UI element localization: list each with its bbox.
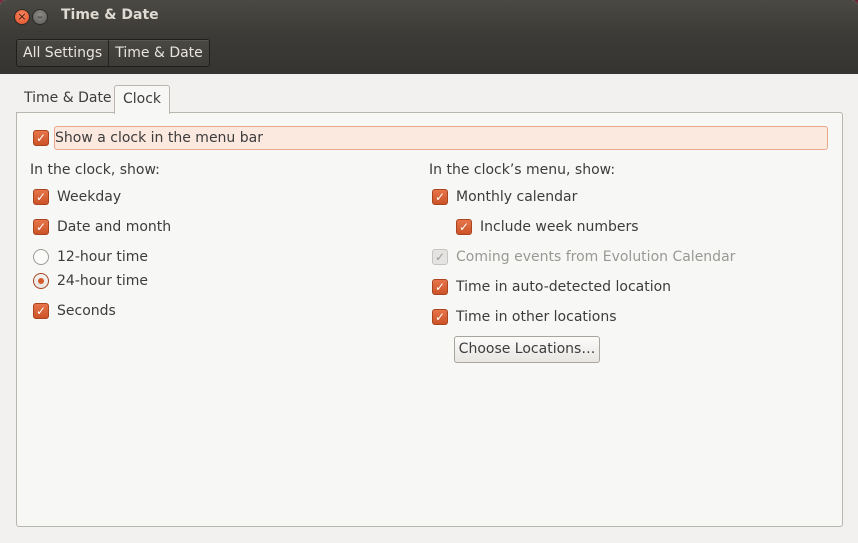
- check-icon: ✓: [434, 280, 446, 294]
- hour12-radio[interactable]: [33, 249, 49, 265]
- week-numbers-label: Include week numbers: [480, 219, 639, 235]
- check-icon: ✓: [35, 304, 47, 318]
- window-title: Time & Date: [61, 7, 159, 23]
- seconds-option[interactable]: ✓ Seconds: [33, 301, 116, 321]
- hour24-radio[interactable]: [33, 273, 49, 289]
- tab-clock[interactable]: Clock: [114, 85, 171, 114]
- clock-menu-heading: In the clock’s menu, show:: [429, 162, 616, 178]
- weekday-label: Weekday: [57, 189, 122, 205]
- show-clock-menubar-option[interactable]: ✓ Show a clock in the menu bar: [33, 128, 263, 148]
- show-clock-menubar-label: Show a clock in the menu bar: [55, 130, 263, 146]
- date-month-checkbox[interactable]: ✓: [33, 219, 49, 235]
- check-icon: ✓: [434, 310, 446, 324]
- choose-locations-button[interactable]: Choose Locations…: [454, 336, 600, 363]
- check-icon: ✓: [35, 220, 47, 234]
- monthly-calendar-label: Monthly calendar: [456, 189, 578, 205]
- hour12-label: 12-hour time: [57, 249, 149, 265]
- week-numbers-checkbox[interactable]: ✓: [456, 219, 472, 235]
- weekday-option[interactable]: ✓ Weekday: [33, 187, 121, 207]
- close-icon: ×: [17, 10, 27, 23]
- toolbar: All Settings Time & Date: [0, 34, 858, 74]
- evolution-events-option: ✓ Coming events from Evolution Calendar: [432, 247, 735, 267]
- check-icon: ✓: [458, 220, 470, 234]
- hour24-label: 24-hour time: [57, 273, 149, 289]
- window-minimize-button[interactable]: –: [32, 9, 48, 25]
- minimize-icon: –: [37, 10, 43, 23]
- week-numbers-option[interactable]: ✓ Include week numbers: [456, 217, 639, 237]
- breadcrumb: All Settings Time & Date: [16, 39, 210, 67]
- check-icon: ✓: [35, 190, 47, 204]
- settings-window: × – Time & Date All Settings Time & Date…: [0, 0, 858, 543]
- other-locations-option[interactable]: ✓ Time in other locations: [432, 307, 617, 327]
- breadcrumb-all-settings[interactable]: All Settings: [17, 40, 108, 66]
- check-icon: ✓: [434, 190, 446, 204]
- title-bar[interactable]: × – Time & Date: [0, 0, 858, 34]
- tab-time-date[interactable]: Time & Date: [16, 85, 120, 113]
- date-month-label: Date and month: [57, 219, 172, 235]
- window-close-button[interactable]: ×: [14, 9, 30, 25]
- auto-location-checkbox[interactable]: ✓: [432, 279, 448, 295]
- other-locations-checkbox[interactable]: ✓: [432, 309, 448, 325]
- check-icon: ✓: [434, 250, 446, 264]
- show-clock-menubar-checkbox[interactable]: ✓: [33, 130, 49, 146]
- auto-location-label: Time in auto-detected location: [456, 279, 672, 295]
- monthly-calendar-checkbox[interactable]: ✓: [432, 189, 448, 205]
- auto-location-option[interactable]: ✓ Time in auto-detected location: [432, 277, 671, 297]
- seconds-label: Seconds: [57, 303, 116, 319]
- other-locations-label: Time in other locations: [456, 309, 617, 325]
- monthly-calendar-option[interactable]: ✓ Monthly calendar: [432, 187, 577, 207]
- breadcrumb-time-date[interactable]: Time & Date: [108, 40, 209, 66]
- check-icon: ✓: [35, 131, 47, 145]
- date-month-option[interactable]: ✓ Date and month: [33, 217, 171, 237]
- weekday-checkbox[interactable]: ✓: [33, 189, 49, 205]
- radio-dot-icon: [38, 278, 44, 284]
- hour24-option[interactable]: 24-hour time: [33, 271, 148, 291]
- seconds-checkbox[interactable]: ✓: [33, 303, 49, 319]
- evolution-events-checkbox: ✓: [432, 249, 448, 265]
- evolution-events-label: Coming events from Evolution Calendar: [456, 249, 736, 265]
- hour12-option[interactable]: 12-hour time: [33, 247, 148, 267]
- clock-show-heading: In the clock, show:: [30, 162, 160, 178]
